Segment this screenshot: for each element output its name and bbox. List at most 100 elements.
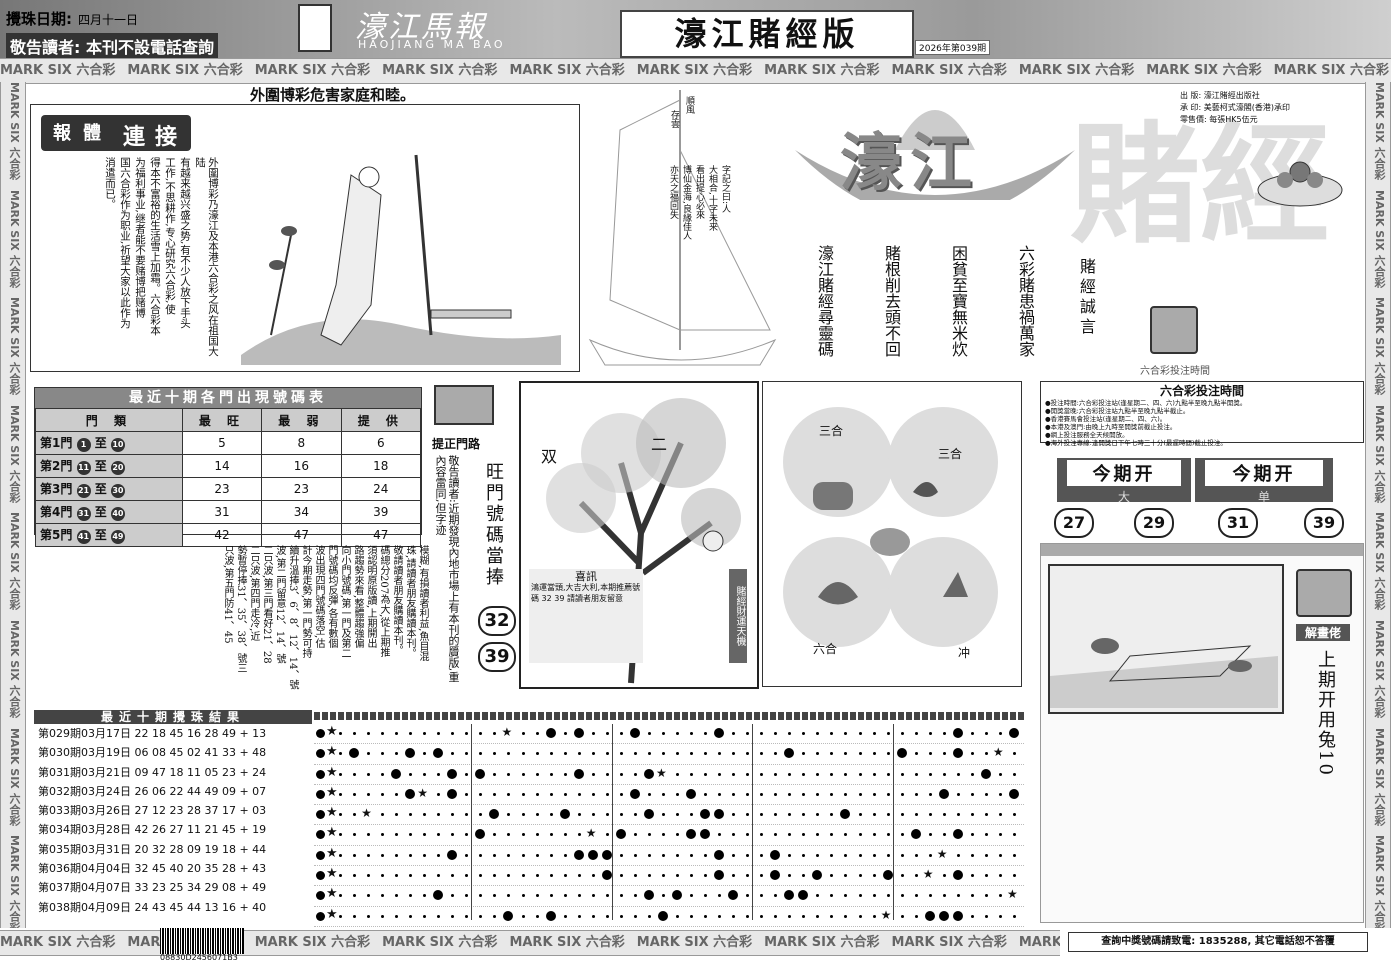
drawn-number-dot [952, 748, 963, 759]
empty-dot [563, 732, 567, 735]
empty-dot [774, 792, 778, 796]
empty-dot [704, 732, 708, 735]
empty-dot [535, 813, 539, 817]
drawn-number-dot [952, 728, 963, 738]
empty-dot [367, 894, 371, 898]
door-label: 第2門 11 至 20 [35, 454, 183, 478]
door-offer: 6 [340, 431, 422, 455]
article-col: 得本不富裕的生活雪上加霜。六合彩本 [149, 157, 161, 336]
drawn-number-dot [924, 910, 935, 921]
analysis-col: 波出現四門號碼落空,估 [313, 545, 324, 649]
empty-dot [675, 853, 679, 857]
empty-dot [493, 732, 497, 735]
empty-dot [381, 752, 385, 756]
empty-dot [970, 894, 974, 898]
empty-dot [984, 732, 988, 735]
band-text: MARK SIX 六合彩 [382, 935, 498, 950]
empty-dot [788, 874, 792, 878]
empty-dot [465, 772, 469, 776]
empty-dot [802, 853, 806, 857]
empty-dot [886, 894, 890, 898]
empty-dot [872, 853, 876, 857]
empty-dot [760, 874, 764, 878]
empty-dot [535, 874, 539, 878]
drawn-number-dot [615, 829, 626, 840]
result-row: 第030期03月19日 06 08 45 02 41 33 + 48 [38, 746, 267, 760]
band-text: MARK SIX 六合彩 [8, 297, 21, 395]
empty-dot [830, 813, 834, 817]
result-row: 第032期03月24日 26 06 22 44 49 09 + 07 [38, 784, 267, 798]
door-label: 第1門 1 至 10 [35, 431, 183, 455]
drawn-number-dot [784, 748, 795, 759]
empty-dot [732, 752, 736, 756]
empty-dot [970, 813, 974, 817]
empty-dot [563, 894, 567, 898]
empty-dot [493, 833, 497, 837]
vertical-label: 賭經誠言 [1077, 258, 1096, 338]
ox-icon [813, 482, 853, 510]
empty-dot [886, 813, 890, 817]
empty-dot [900, 894, 904, 898]
grid-row: ★ ★ [314, 765, 1024, 785]
door-row: 第5門 41 至 49 42 47 47 [35, 523, 422, 547]
empty-dot [493, 792, 497, 796]
grid-row: ★ ★ [314, 744, 1024, 765]
publisher-line: 出 版: 濠江賭經出版社 [1180, 91, 1260, 100]
empty-dot [479, 732, 483, 735]
empty-dot [998, 894, 1002, 898]
empty-dot [633, 894, 637, 898]
analysis-col: 續升溫捧3、6、8、12、14、號 [287, 545, 298, 690]
empty-dot [339, 813, 342, 817]
door-row: 第1門 1 至 10 5 8 6 [35, 431, 422, 455]
empty-dot [395, 914, 399, 918]
empty-dot [619, 752, 623, 756]
empty-dot [900, 792, 904, 796]
result-row: 第029期03月17日 22 18 45 16 28 49 + 13 [38, 727, 267, 740]
empty-dot [339, 853, 342, 857]
verse-col: 賭根削去頭不回 [882, 245, 901, 357]
empty-dot [353, 853, 357, 857]
band-text: MARK SIX 六合彩 [509, 63, 625, 78]
empty-dot [858, 894, 862, 898]
th-offer: 提 供 [340, 408, 422, 432]
empty-dot [844, 914, 848, 918]
betting-panel: 六合彩投注時間 ●投注時間:六合彩投注站(逢星期二、四、六)九點半至晚九點半開獎… [1040, 381, 1364, 447]
empty-dot [984, 813, 988, 817]
empty-dot [984, 752, 988, 756]
empty-dot [423, 874, 427, 878]
empty-dot [956, 792, 960, 796]
empty-dot [451, 732, 455, 735]
empty-dot [353, 792, 357, 796]
empty-dot [858, 752, 862, 756]
tree-panel: 二 双 喜訊 鴻運當頭,大吉大利,本期推薦號碼 32 39 請讀者朋友留意 賭經… [519, 381, 759, 689]
ball-marker [316, 729, 325, 738]
empty-dot [395, 833, 399, 837]
empty-dot [998, 732, 1002, 735]
empty-dot [970, 752, 974, 756]
empty-dot [998, 833, 1002, 837]
open-box-1: 今期开 大 [1057, 458, 1191, 504]
empty-dot [647, 914, 651, 918]
drawn-number-dot [545, 910, 556, 921]
empty-dot [760, 732, 764, 735]
empty-dot [844, 772, 848, 776]
drawn-number-dot [545, 728, 556, 738]
empty-dot [605, 772, 609, 776]
empty-dot [549, 894, 553, 898]
analysis-col: 模糊,有損讀者利益,魚目混 [417, 545, 428, 662]
betting-line: ●投注時間:六合彩投注站(逢星期二、四、六)九點半至晚九點半開獎。 [1045, 399, 1247, 407]
open-box-2-title: 今期开 [1205, 460, 1323, 486]
empty-dot [984, 874, 988, 878]
empty-dot [816, 732, 820, 735]
empty-dot [914, 813, 918, 817]
empty-dot [1012, 833, 1016, 837]
empty-dot [549, 813, 553, 817]
tree-label-double: 双 [541, 447, 558, 466]
empty-dot [844, 752, 848, 756]
door-table-header: 門 類 最 旺 最 弱 提 供 [35, 408, 422, 432]
empty-dot [886, 752, 890, 756]
special-number-star: ★ [880, 907, 892, 922]
band-text: MARK SIX 六合彩 [891, 63, 1007, 78]
door-offer: 47 [340, 523, 422, 547]
drawn-number-dot [643, 809, 654, 820]
